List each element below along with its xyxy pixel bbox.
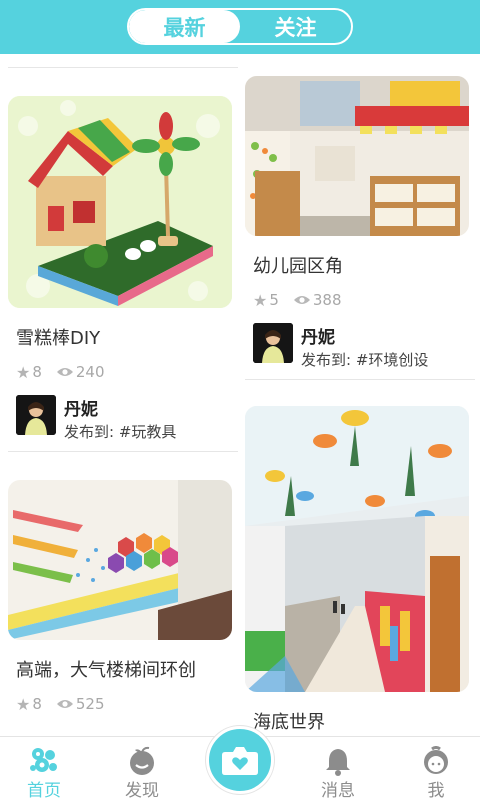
- nav-discover[interactable]: 发现: [102, 737, 182, 800]
- post-title[interactable]: 幼儿园区角: [245, 252, 475, 278]
- post-card[interactable]: 幼儿园区角 ★ 5 388 丹妮 发布到: #环境创设: [245, 76, 475, 373]
- post-stats: ★ 8 240: [8, 362, 238, 382]
- post-author[interactable]: 丹妮 发布到: #玩教具: [8, 395, 238, 445]
- post-title[interactable]: 高端，大气楼梯间环创: [8, 656, 238, 682]
- camera-heart-icon: [221, 744, 259, 776]
- star-icon: ★: [16, 694, 31, 714]
- feed-column-left: 雪糕棒DIY ★ 8 240 丹妮 发布到: #玩教具 高端，大气楼梯间环创 ★…: [8, 54, 238, 714]
- post-card[interactable]: 海底世界: [245, 406, 475, 734]
- nav-home[interactable]: 首页: [4, 737, 84, 800]
- tab-following[interactable]: 关注: [240, 10, 351, 43]
- nav-home-label: 首页: [27, 781, 61, 800]
- profile-face-icon: [421, 745, 451, 776]
- star-icon: ★: [16, 362, 31, 382]
- published-topic[interactable]: 发布到: #玩教具: [64, 421, 176, 442]
- star-count: 5: [269, 291, 279, 309]
- avatar[interactable]: [16, 395, 56, 435]
- star-count: 8: [32, 695, 42, 713]
- camera-post-button[interactable]: [206, 726, 274, 794]
- post-image-classroom-corner[interactable]: [245, 76, 469, 236]
- star-icon: ★: [253, 290, 268, 310]
- post-feed[interactable]: 雪糕棒DIY ★ 8 240 丹妮 发布到: #玩教具 高端，大气楼梯间环创 ★…: [0, 54, 480, 736]
- post-image-staircase[interactable]: [8, 480, 232, 640]
- divider: [245, 379, 475, 380]
- home-bubbles-icon: [28, 745, 60, 776]
- post-card[interactable]: 高端，大气楼梯间环创 ★ 8 525: [8, 480, 238, 714]
- post-image-popsicle-house[interactable]: [8, 96, 232, 308]
- nav-profile[interactable]: 我: [396, 737, 476, 800]
- eye-icon: [293, 294, 311, 306]
- author-name[interactable]: 丹妮: [301, 323, 335, 348]
- feed-column-right: 幼儿园区角 ★ 5 388 丹妮 发布到: #环境创设 海底世界: [245, 54, 475, 734]
- tab-latest[interactable]: 最新: [129, 10, 240, 43]
- nav-discover-label: 发现: [125, 781, 159, 800]
- star-count: 8: [32, 363, 42, 381]
- nav-messages[interactable]: 消息: [298, 737, 378, 800]
- nav-messages-label: 消息: [321, 781, 355, 800]
- post-stats: ★ 5 388: [245, 290, 475, 310]
- author-name[interactable]: 丹妮: [64, 395, 98, 420]
- post-title[interactable]: 雪糕棒DIY: [8, 324, 238, 350]
- avatar[interactable]: [253, 323, 293, 363]
- published-topic[interactable]: 发布到: #环境创设: [301, 349, 428, 370]
- nav-profile-label: 我: [427, 781, 445, 800]
- view-count: 388: [312, 291, 342, 309]
- eye-icon: [56, 698, 74, 710]
- post-card[interactable]: 雪糕棒DIY ★ 8 240 丹妮 发布到: #玩教具: [8, 96, 238, 445]
- view-count: 525: [75, 695, 105, 713]
- eye-icon: [56, 366, 74, 378]
- view-count: 240: [75, 363, 105, 381]
- post-title[interactable]: 海底世界: [245, 708, 475, 734]
- feed-segmented-control: 最新 关注: [127, 8, 353, 45]
- app-screen: 最新 关注 雪糕棒DIY ★ 8 240 丹妮 发布到: #玩教具 高端，大气楼…: [0, 0, 480, 800]
- discover-apple-icon: [127, 745, 157, 776]
- post-stats: ★ 8 525: [8, 694, 238, 714]
- divider: [8, 451, 238, 452]
- post-author[interactable]: 丹妮 发布到: #环境创设: [245, 323, 475, 373]
- bell-icon: [323, 745, 353, 776]
- divider: [8, 67, 238, 68]
- top-bar: 最新 关注: [0, 0, 480, 54]
- post-image-underwater-world[interactable]: [245, 406, 469, 692]
